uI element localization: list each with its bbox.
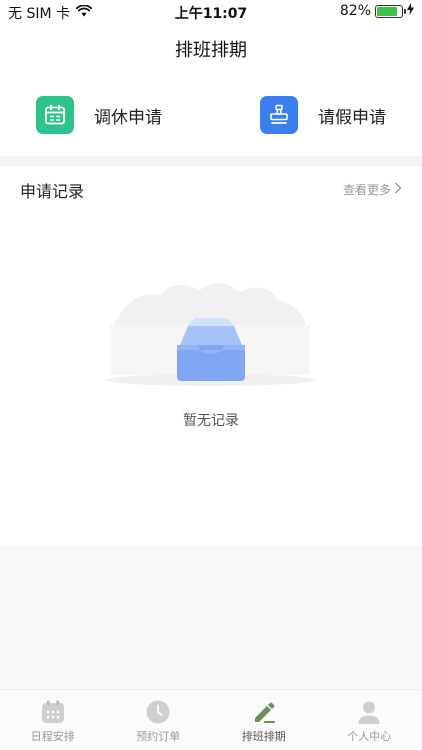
leave-request-label: 请假申请 <box>318 107 386 128</box>
status-right: 82% <box>340 3 414 19</box>
battery-level-fill <box>377 6 397 16</box>
view-more-link[interactable]: 查看更多 <box>343 181 402 198</box>
leave-request-button[interactable]: 请假申请 <box>260 96 386 134</box>
stamp-icon <box>260 96 298 134</box>
tab-orders[interactable]: 预约订单 <box>106 690 212 750</box>
charging-bolt-icon <box>407 3 414 19</box>
view-more-label: 查看更多 <box>342 183 391 197</box>
section-divider <box>0 156 422 166</box>
page-title: 排班排期 <box>175 40 247 61</box>
content-background <box>0 545 422 690</box>
pencil-icon <box>250 698 278 726</box>
user-icon <box>355 698 383 726</box>
leave-adjust-label: 调休申请 <box>94 107 162 128</box>
chevron-right-icon <box>394 182 402 197</box>
tab-label: 预约订单 <box>136 730 181 743</box>
tab-label: 排班排期 <box>241 730 286 743</box>
tab-shift-schedule[interactable]: 排班排期 <box>211 690 317 750</box>
calendar-grid-icon <box>39 698 67 726</box>
clock-icon <box>144 698 172 726</box>
tab-label: 个人中心 <box>347 730 392 743</box>
tab-profile[interactable]: 个人中心 <box>317 690 422 750</box>
tab-label: 日程安排 <box>30 730 75 743</box>
empty-text: 暂无记录 <box>183 413 239 429</box>
battery-icon <box>375 4 406 18</box>
records-header: 申请记录 查看更多 <box>0 178 422 202</box>
tab-bar: 日程安排 预约订单 排班排期 个人中心 <box>0 689 422 750</box>
calendar-icon <box>36 96 74 134</box>
empty-inbox-illustration <box>106 282 316 386</box>
tab-schedule[interactable]: 日程安排 <box>0 690 106 750</box>
leave-adjust-button[interactable]: 调休申请 <box>36 96 162 134</box>
empty-state: 暂无记录 <box>100 270 322 440</box>
action-row: 调休申请 请假申请 <box>0 96 422 144</box>
records-title: 申请记录 <box>20 182 85 201</box>
status-bar: 无 SIM 卡 上午11:07 82% <box>0 0 422 24</box>
battery-percent: 82% <box>339 3 371 19</box>
